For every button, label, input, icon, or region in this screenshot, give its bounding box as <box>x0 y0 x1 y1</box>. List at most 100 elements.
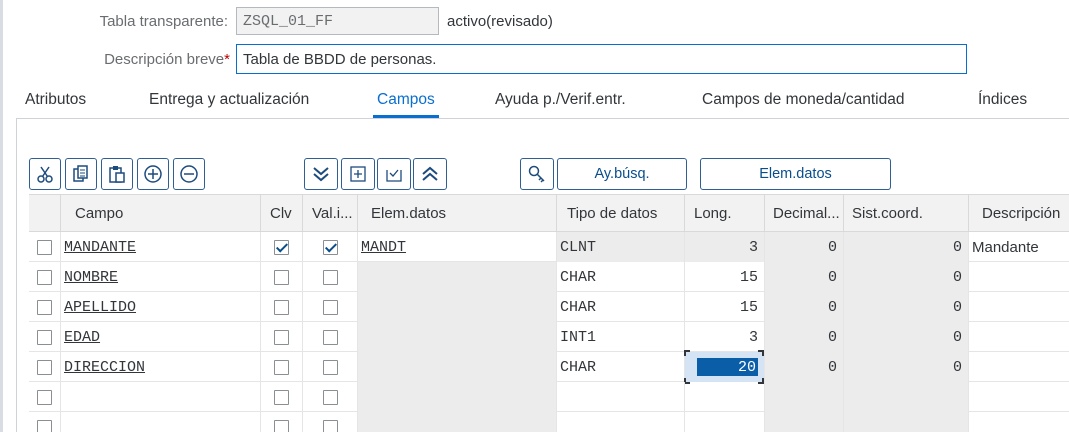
cell-long[interactable]: 15 <box>684 262 764 292</box>
cell-desc[interactable] <box>968 322 1069 352</box>
cell-campo[interactable] <box>60 382 260 412</box>
vali-checkbox[interactable] <box>322 359 338 375</box>
cell-decimal[interactable] <box>764 412 843 432</box>
checkbox[interactable] <box>37 359 52 375</box>
cell-elem[interactable] <box>357 292 556 322</box>
cell-clv[interactable] <box>260 262 302 292</box>
cell-long[interactable]: 3 <box>684 232 764 262</box>
cell-long[interactable]: 15 <box>684 292 764 322</box>
cell-coord[interactable]: 0 <box>843 352 968 382</box>
insert-field-button[interactable] <box>341 158 375 190</box>
header-decimal[interactable]: Decimal... <box>764 195 843 232</box>
cell-vali[interactable] <box>302 322 357 352</box>
cell-elem[interactable] <box>357 322 556 352</box>
row-select-checkbox[interactable] <box>29 322 60 352</box>
cell-campo[interactable] <box>60 412 260 432</box>
checkbox[interactable] <box>37 239 52 255</box>
cell-tipo[interactable]: CHAR <box>556 262 684 292</box>
vali-checkbox[interactable] <box>322 419 338 432</box>
header-select-all[interactable] <box>29 195 60 232</box>
cell-long[interactable] <box>684 382 764 412</box>
scroll-down-button[interactable] <box>304 158 338 190</box>
cell-campo[interactable]: MANDANTE <box>60 232 260 262</box>
checkbox[interactable] <box>37 299 52 315</box>
vali-checkbox[interactable] <box>322 269 338 285</box>
description-input[interactable]: Tabla de BBDD de personas. <box>236 44 967 74</box>
tab-campos[interactable]: Campos <box>373 86 439 118</box>
data-element-button[interactable]: Elem.datos <box>700 158 891 190</box>
checkbox[interactable] <box>37 269 52 285</box>
cell-clv[interactable] <box>260 382 302 412</box>
cell-elem[interactable] <box>357 262 556 292</box>
cell-clv[interactable] <box>260 412 302 432</box>
cell-long[interactable]: 3 <box>684 322 764 352</box>
cell-elem[interactable]: MANDT <box>357 232 556 262</box>
table-row[interactable] <box>29 382 1069 412</box>
header-descripcion[interactable]: Descripción <box>968 195 1069 232</box>
find-button[interactable] <box>520 158 554 190</box>
vali-checkbox[interactable] <box>322 389 338 405</box>
clv-checkbox[interactable] <box>274 389 289 405</box>
insert-row-button[interactable] <box>137 158 169 190</box>
delete-row-button[interactable] <box>173 158 205 190</box>
header-clv[interactable]: Clv <box>260 195 302 232</box>
cell-decimal[interactable]: 0 <box>764 352 843 382</box>
clv-checkbox[interactable] <box>274 359 289 375</box>
clv-checkbox[interactable] <box>274 299 289 315</box>
cell-coord[interactable] <box>843 382 968 412</box>
cell-decimal[interactable]: 0 <box>764 232 843 262</box>
cell-long[interactable] <box>684 412 764 432</box>
row-select-checkbox[interactable] <box>29 292 60 322</box>
cell-tipo[interactable]: CHAR <box>556 352 684 382</box>
vali-checkbox[interactable] <box>322 299 338 315</box>
row-select-checkbox[interactable] <box>29 382 60 412</box>
cell-long[interactable]: 20 <box>684 352 764 382</box>
cell-vali[interactable] <box>302 382 357 412</box>
clv-checkbox[interactable] <box>274 269 289 285</box>
table-row[interactable]: EDAD INT1 3 0 0 <box>29 322 1069 352</box>
header-elem-datos[interactable]: Elem.datos <box>357 195 556 232</box>
clv-checkbox[interactable] <box>274 419 289 432</box>
cell-vali[interactable] <box>302 232 357 262</box>
cell-tipo[interactable]: CHAR <box>556 292 684 322</box>
header-vali[interactable]: Val.i... <box>302 195 357 232</box>
cell-desc[interactable]: Mandante <box>968 232 1069 262</box>
cell-coord[interactable]: 0 <box>843 262 968 292</box>
checkbox[interactable] <box>37 389 52 405</box>
table-row[interactable]: NOMBRE CHAR 15 0 0 <box>29 262 1069 292</box>
cell-campo[interactable]: EDAD <box>60 322 260 352</box>
cell-desc[interactable] <box>968 292 1069 322</box>
cell-desc[interactable] <box>968 262 1069 292</box>
cell-elem[interactable] <box>357 412 556 432</box>
cell-campo[interactable]: DIRECCION <box>60 352 260 382</box>
cell-elem[interactable] <box>357 352 556 382</box>
cell-elem[interactable] <box>357 382 556 412</box>
table-name-field[interactable]: ZSQL_01_FF <box>236 7 439 35</box>
checkbox[interactable] <box>37 419 52 432</box>
cell-desc[interactable] <box>968 412 1069 432</box>
tab-moneda[interactable]: Campos de moneda/cantidad <box>702 86 905 118</box>
search-help-button[interactable]: Ay.búsq. <box>557 158 687 190</box>
header-long[interactable]: Long. <box>684 195 764 232</box>
vali-checkbox[interactable] <box>322 239 338 255</box>
header-tipo-datos[interactable]: Tipo de datos <box>556 195 684 232</box>
cell-tipo[interactable] <box>556 382 684 412</box>
cut-button[interactable] <box>29 158 61 190</box>
cell-campo[interactable]: NOMBRE <box>60 262 260 292</box>
table-row[interactable]: DIRECCION CHAR 20 0 0 <box>29 350 1069 384</box>
tab-indices[interactable]: Índices <box>978 86 1027 118</box>
cell-vali[interactable] <box>302 352 357 382</box>
cell-tipo[interactable]: INT1 <box>556 322 684 352</box>
cell-coord[interactable] <box>843 412 968 432</box>
cell-coord[interactable]: 0 <box>843 292 968 322</box>
cell-decimal[interactable] <box>764 382 843 412</box>
tab-ayuda[interactable]: Ayuda p./Verif.entr. <box>495 86 626 118</box>
cell-coord[interactable]: 0 <box>843 232 968 262</box>
cell-clv[interactable] <box>260 352 302 382</box>
cell-decimal[interactable]: 0 <box>764 262 843 292</box>
row-select-checkbox[interactable] <box>29 412 60 432</box>
tab-atributos[interactable]: Atributos <box>25 86 86 118</box>
cell-decimal[interactable]: 0 <box>764 292 843 322</box>
cell-clv[interactable] <box>260 322 302 352</box>
cell-desc[interactable] <box>968 382 1069 412</box>
